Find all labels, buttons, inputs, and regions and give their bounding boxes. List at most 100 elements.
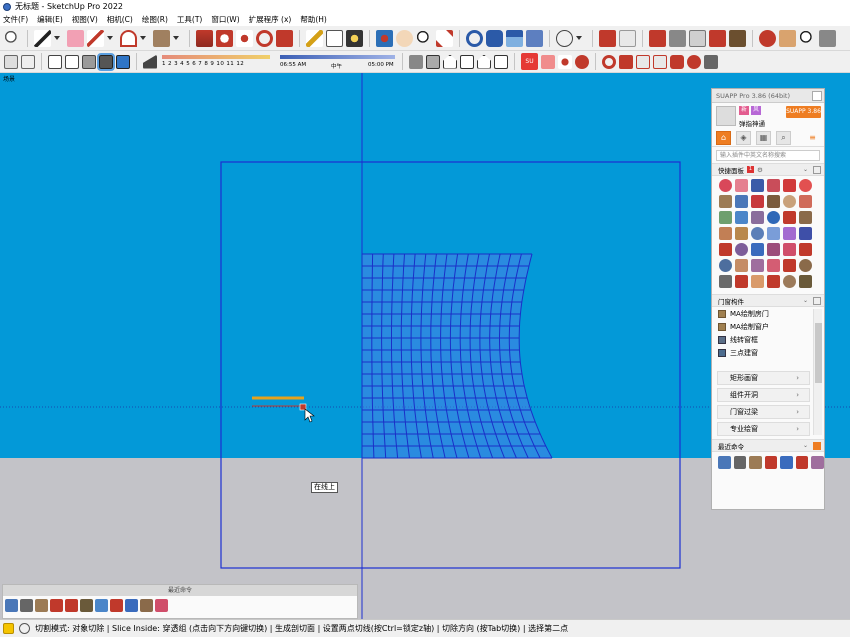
chevron-down-icon[interactable] bbox=[140, 36, 146, 40]
chevron-down-icon[interactable]: ⌄ bbox=[803, 442, 808, 449]
quick-tool-icon[interactable] bbox=[719, 227, 732, 240]
door-section-header[interactable]: 门窗构件 ⌄ bbox=[712, 294, 824, 307]
suapp-rounded-icon[interactable] bbox=[670, 54, 684, 69]
union-icon[interactable] bbox=[709, 29, 726, 47]
warning-icon[interactable] bbox=[3, 623, 14, 634]
paint-bucket-icon[interactable] bbox=[346, 29, 363, 47]
top-view-icon[interactable] bbox=[426, 54, 440, 69]
menu-help[interactable]: 帮助(H) bbox=[300, 14, 327, 25]
sub-button-lintel[interactable]: 门窗过梁 › bbox=[717, 405, 810, 419]
quick-tool-icon[interactable] bbox=[735, 227, 748, 240]
popout-icon[interactable] bbox=[813, 297, 821, 305]
recent-command-icon[interactable] bbox=[718, 456, 731, 469]
recent-command-icon[interactable] bbox=[65, 599, 78, 612]
select-arrow-icon[interactable] bbox=[34, 29, 51, 47]
quick-tool-icon[interactable] bbox=[719, 179, 732, 192]
right-view-icon[interactable] bbox=[460, 54, 474, 69]
xray-icon[interactable] bbox=[4, 54, 18, 69]
zoom-window-icon[interactable] bbox=[799, 29, 816, 47]
push-pull-icon[interactable] bbox=[196, 29, 213, 47]
quick-tool-icon[interactable] bbox=[799, 259, 812, 272]
recent-command-icon[interactable] bbox=[95, 599, 108, 612]
suapp-extra-icon[interactable] bbox=[704, 54, 718, 69]
quick-tool-icon[interactable] bbox=[767, 259, 780, 272]
gear-icon[interactable]: ⚙ bbox=[757, 166, 763, 174]
intersect-icon[interactable] bbox=[689, 29, 706, 47]
wireframe-icon[interactable] bbox=[48, 54, 62, 69]
recent-command-icon[interactable] bbox=[155, 599, 168, 612]
quick-tool-icon[interactable] bbox=[799, 179, 812, 192]
quick-tool-icon[interactable] bbox=[783, 243, 796, 256]
list-item[interactable]: MA绘制房门 bbox=[712, 307, 824, 320]
quick-tool-icon[interactable] bbox=[783, 259, 796, 272]
list-item[interactable]: 三点建窗 bbox=[712, 346, 824, 359]
front-view-icon[interactable] bbox=[443, 54, 457, 69]
cube-icon[interactable]: ◈ bbox=[736, 130, 751, 145]
menu-view[interactable]: 视图(V) bbox=[72, 14, 98, 25]
back-view-icon[interactable] bbox=[477, 54, 491, 69]
search-icon[interactable]: ⌕ bbox=[776, 130, 791, 145]
menu-window[interactable]: 窗口(W) bbox=[211, 14, 239, 25]
suapp-offset-icon[interactable] bbox=[653, 54, 667, 69]
quick-tool-icon[interactable] bbox=[767, 243, 780, 256]
user-account-icon[interactable] bbox=[556, 29, 573, 47]
quick-tool-icon[interactable] bbox=[767, 227, 780, 240]
recent-command-icon[interactable] bbox=[795, 456, 809, 469]
recent-command-icon[interactable] bbox=[140, 599, 153, 612]
recent-command-icon[interactable] bbox=[50, 599, 63, 612]
suapp-star-icon[interactable] bbox=[558, 54, 572, 69]
arc-icon[interactable] bbox=[120, 29, 137, 47]
recent-command-icon[interactable] bbox=[110, 599, 123, 612]
quick-tool-icon[interactable] bbox=[735, 243, 748, 256]
components-icon[interactable]: ▦ bbox=[756, 130, 771, 145]
sub-button-pro-window[interactable]: 专业绘窗 › bbox=[717, 422, 810, 436]
search-icon[interactable] bbox=[4, 29, 21, 47]
suapp-gear-icon[interactable] bbox=[575, 54, 589, 69]
iso-view-icon[interactable] bbox=[409, 54, 423, 69]
sandbox-icon[interactable] bbox=[759, 29, 776, 47]
quick-tool-icon[interactable] bbox=[751, 275, 764, 288]
quick-tool-icon[interactable] bbox=[751, 259, 764, 272]
recent-command-icon[interactable] bbox=[780, 456, 793, 469]
list-item[interactable]: MA绘制窗户 bbox=[712, 320, 824, 333]
chevron-down-icon[interactable]: ⌄ bbox=[803, 166, 808, 173]
zoom-extents-icon[interactable] bbox=[436, 29, 453, 47]
menu-draw[interactable]: 绘图(R) bbox=[142, 14, 168, 25]
suapp-mirror-icon[interactable] bbox=[619, 54, 633, 69]
chevron-down-icon[interactable] bbox=[576, 36, 582, 40]
sub-button-rect-window[interactable]: 矩形画窗 › bbox=[717, 371, 810, 385]
quick-tool-icon[interactable] bbox=[751, 179, 764, 192]
quick-panel-header[interactable]: 快捷面板 1 ⚙ ⌄ bbox=[712, 163, 824, 176]
shaded-textures-icon[interactable] bbox=[97, 52, 115, 71]
month-slider-track[interactable] bbox=[162, 54, 270, 59]
quick-tool-icon[interactable] bbox=[719, 211, 732, 224]
quick-tool-icon[interactable] bbox=[783, 195, 796, 208]
recent-commands-header[interactable]: 最近命令 ⌄ bbox=[712, 439, 824, 452]
scene-tab-label[interactable]: 场景 bbox=[3, 74, 15, 83]
sub-button-component-hole[interactable]: 组件开洞 › bbox=[717, 388, 810, 402]
quick-tool-icon[interactable] bbox=[735, 179, 748, 192]
recent-command-icon[interactable] bbox=[749, 456, 762, 469]
popout-icon[interactable] bbox=[813, 442, 821, 450]
quick-tool-icon[interactable] bbox=[767, 179, 780, 192]
quick-tool-icon[interactable] bbox=[783, 227, 796, 240]
quick-tool-icon[interactable] bbox=[799, 227, 812, 240]
door-list-scrollbar[interactable] bbox=[813, 309, 822, 435]
menu-file[interactable]: 文件(F) bbox=[3, 14, 28, 25]
quick-tool-icon[interactable] bbox=[799, 211, 812, 224]
suapp-box-icon[interactable] bbox=[541, 54, 555, 69]
shaded-icon[interactable] bbox=[82, 54, 96, 69]
avatar[interactable] bbox=[716, 106, 736, 126]
list-item[interactable]: 线转窗框 bbox=[712, 333, 824, 346]
chevron-down-icon[interactable] bbox=[173, 36, 179, 40]
curved-mesh-wall[interactable] bbox=[361, 253, 553, 459]
home-icon[interactable]: ⌂ bbox=[716, 130, 731, 145]
hamburger-menu-icon[interactable]: ≡ bbox=[805, 131, 820, 145]
move-icon[interactable] bbox=[236, 29, 253, 47]
scrollbar-thumb[interactable] bbox=[815, 323, 822, 383]
quick-tool-icon[interactable] bbox=[799, 275, 812, 288]
pan-hand-icon[interactable] bbox=[396, 29, 413, 47]
suapp-sphere-icon[interactable] bbox=[687, 54, 701, 69]
recent-command-icon[interactable] bbox=[811, 456, 825, 469]
scale-icon[interactable] bbox=[276, 29, 293, 47]
